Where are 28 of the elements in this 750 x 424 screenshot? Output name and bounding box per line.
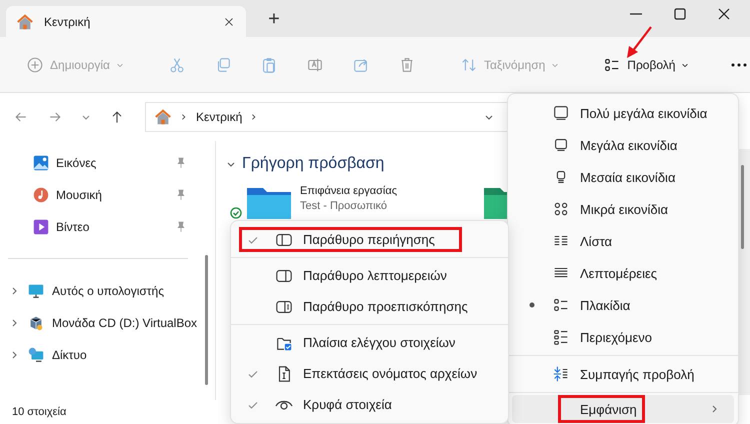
new-tab-button[interactable]: + bbox=[260, 6, 288, 32]
menu-item[interactable]: Λεπτομέρειες bbox=[512, 257, 734, 289]
folder-name: Επιφάνεια εργασίας bbox=[300, 185, 398, 197]
tab-title: Κεντρική bbox=[44, 14, 92, 28]
sidebar-item[interactable]: Αυτός ο υπολογιστής bbox=[0, 275, 198, 307]
view-button[interactable]: Προβολή bbox=[591, 50, 702, 80]
sidebar-item[interactable]: Εικόνες bbox=[0, 147, 198, 179]
menu-item[interactable]: Λίστα bbox=[512, 225, 734, 257]
sidebar-item[interactable]: Δίκτυο bbox=[0, 339, 198, 371]
item-count: 10 στοιχεία bbox=[12, 406, 66, 418]
sidebar-item[interactable]: Μουσική bbox=[0, 179, 198, 211]
menu-item[interactable]: Μικρά εικονίδια bbox=[512, 193, 734, 225]
menu-item[interactable]: Πλακίδια bbox=[512, 289, 734, 321]
menu-item[interactable]: Παράθυρο λεπτομερειών bbox=[235, 260, 504, 291]
tab[interactable]: Κεντρική bbox=[6, 6, 246, 37]
menu-item[interactable]: Εμφάνιση bbox=[512, 395, 734, 423]
menu-item[interactable]: Παράθυρο περιήγησης bbox=[235, 224, 504, 255]
breadcrumb[interactable]: Κεντρική bbox=[196, 110, 242, 124]
menu-item[interactable]: Πλαίσια ελέγχου στοιχείων bbox=[235, 327, 504, 358]
menu-item[interactable]: Επεκτάσεις ονόματος αρχείων bbox=[235, 358, 504, 389]
menu-item[interactable]: Κρυφά στοιχεία bbox=[235, 389, 504, 420]
menu-item[interactable]: Συμπαγής προβολή bbox=[512, 358, 734, 390]
folder-location: Test - Προσωπικό bbox=[300, 200, 388, 212]
folder-tile[interactable]: Επιφάνεια εργασίας Test - Προσωπικό bbox=[230, 185, 398, 219]
sidebar-item[interactable]: Μονάδα CD (D:) VirtualBox bbox=[0, 307, 198, 339]
sidebar-item[interactable]: Βίντεο bbox=[0, 211, 198, 243]
menu-item[interactable]: Παράθυρο προεπισκόπησης bbox=[235, 291, 504, 322]
menu-item[interactable]: Περιεχόμενο bbox=[512, 321, 734, 353]
